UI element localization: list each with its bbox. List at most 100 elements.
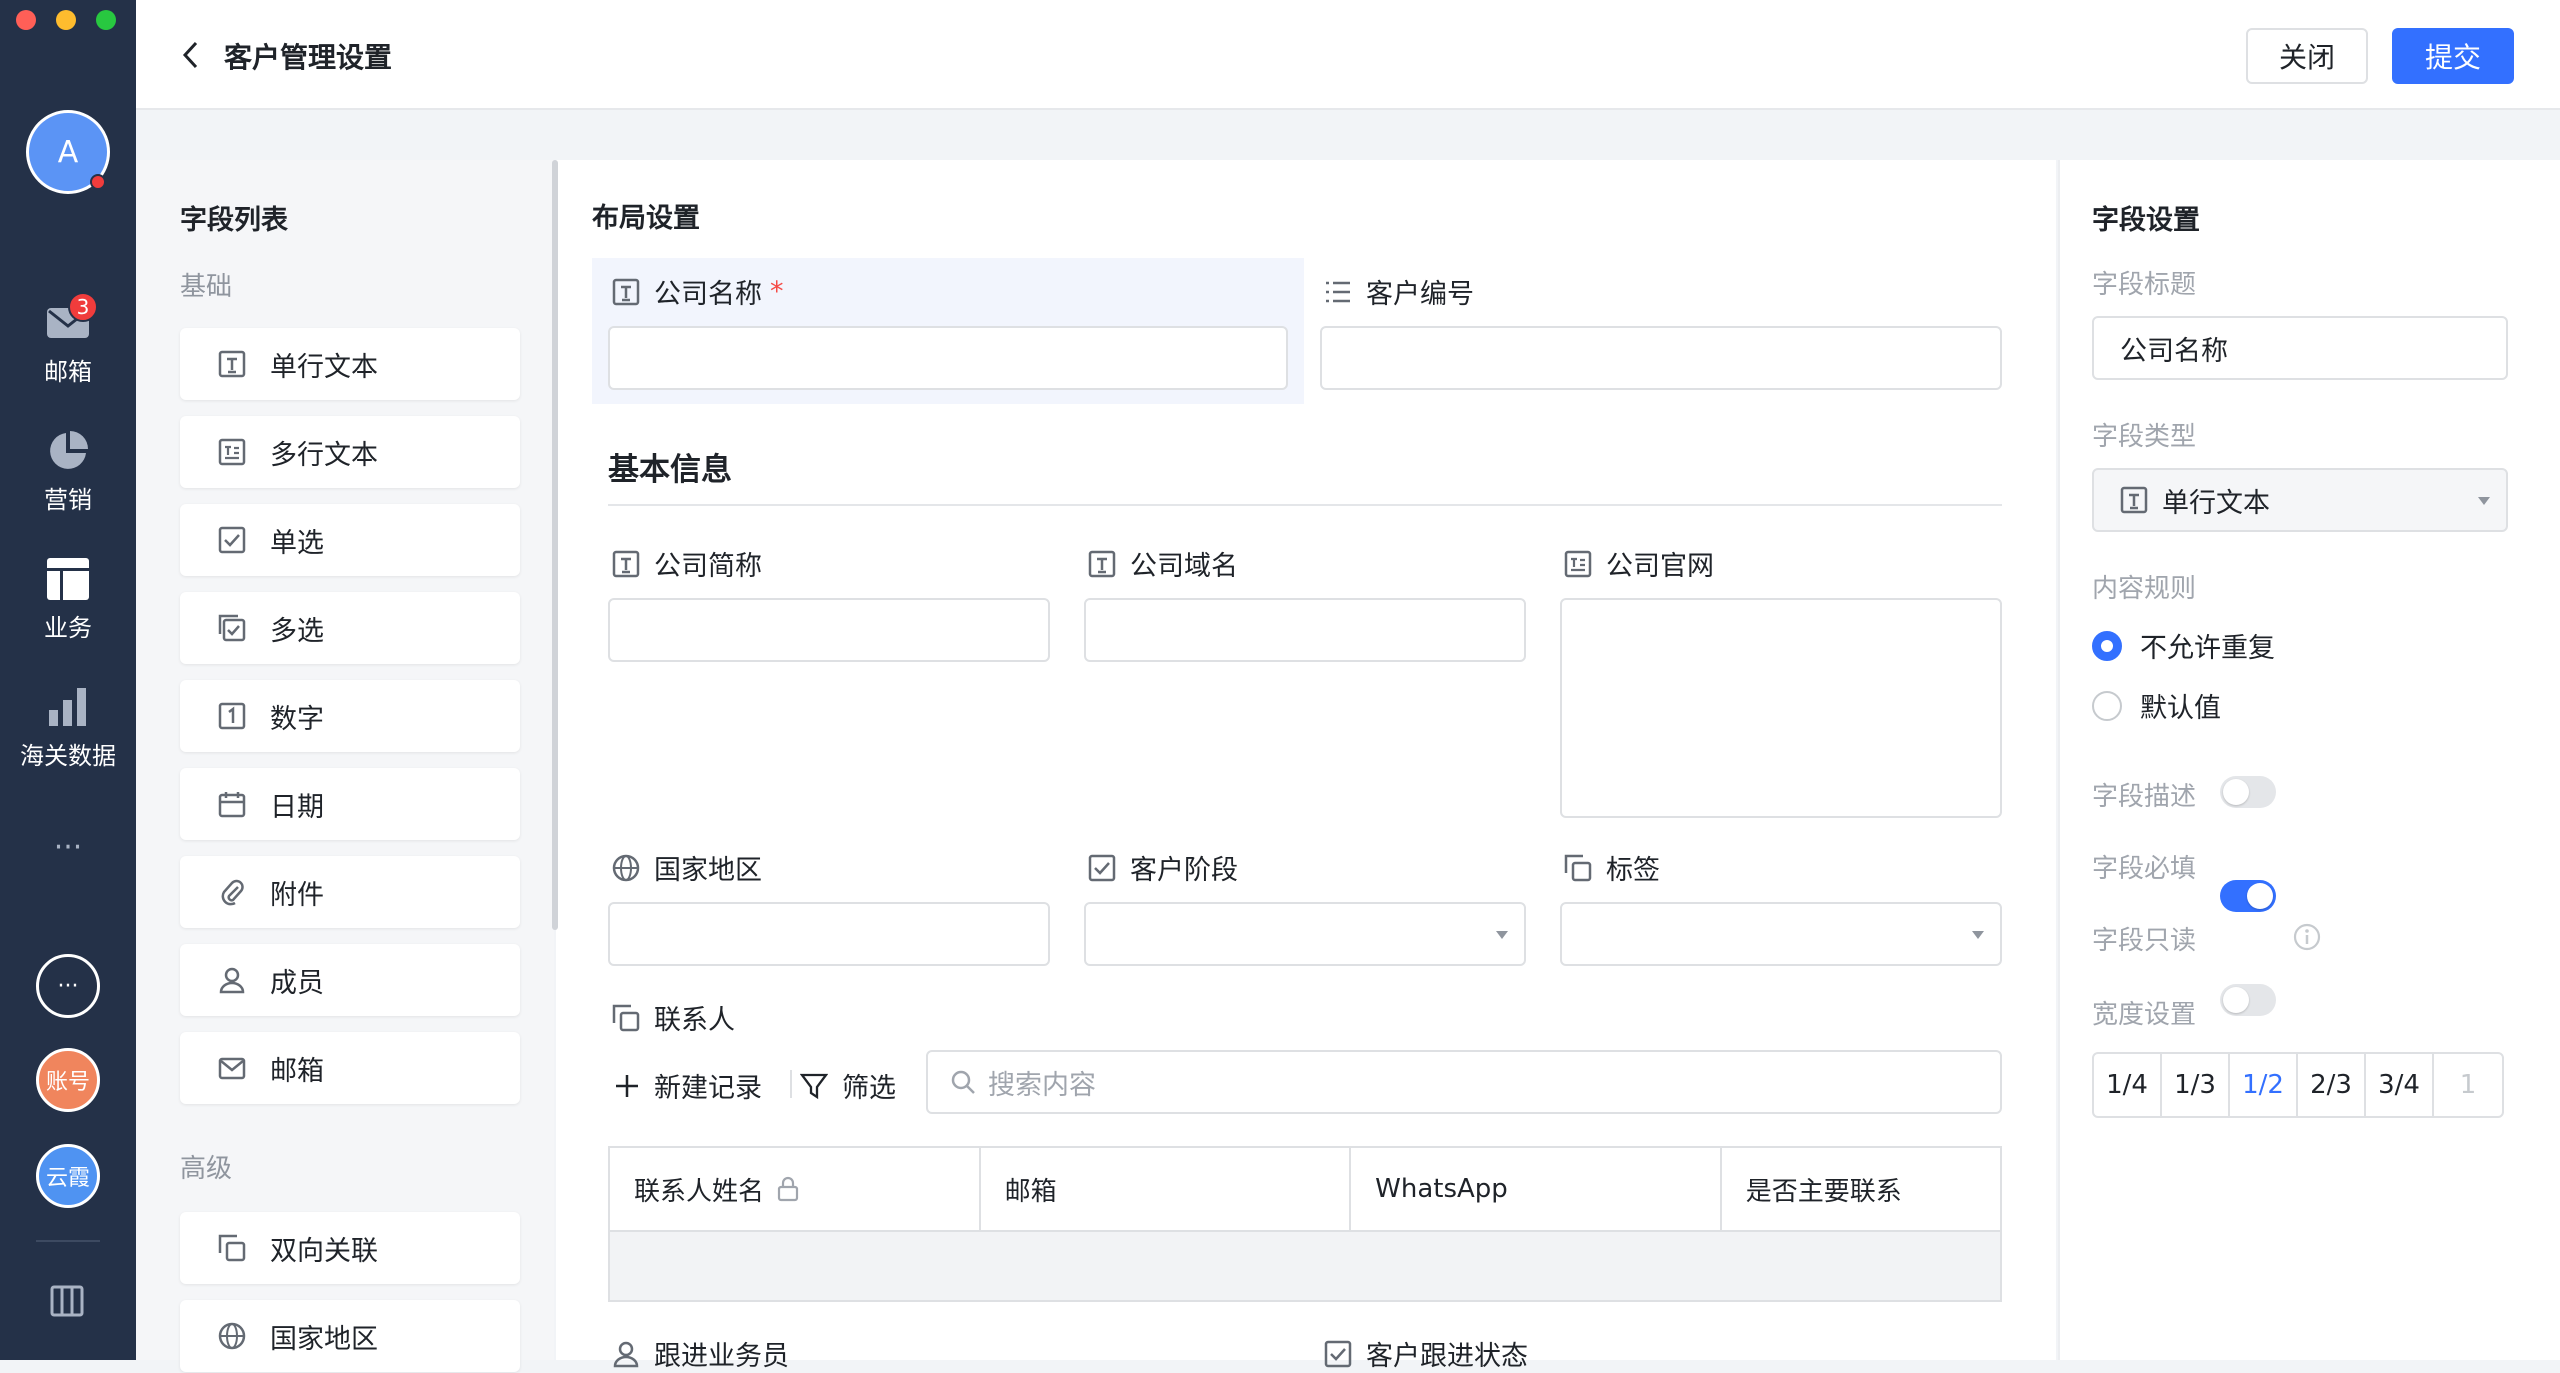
column-header-primary-contact[interactable]: 是否主要联系 bbox=[1722, 1148, 2000, 1230]
account-avatar[interactable]: 账号 bbox=[36, 1048, 100, 1112]
field-item-country[interactable]: 国家地区 bbox=[180, 1300, 520, 1372]
radio-selected[interactable] bbox=[2092, 630, 2122, 661]
label-text: 客户阶段 bbox=[1130, 855, 1238, 886]
customer-no-input[interactable] bbox=[1320, 326, 2002, 390]
chevron-down-icon bbox=[1972, 931, 1984, 939]
field-item-single-select[interactable]: 单选 bbox=[180, 504, 520, 576]
width-option-1-3[interactable]: 1/3 bbox=[2162, 1054, 2230, 1116]
radio-unselected[interactable] bbox=[2092, 690, 2122, 721]
field-item-multi-select[interactable]: 多选 bbox=[180, 592, 520, 664]
field-item-two-way-link[interactable]: 双向关联 bbox=[180, 1212, 520, 1284]
bar-chart-icon bbox=[49, 688, 86, 726]
nav-item-marketing[interactable]: 营销 bbox=[0, 428, 136, 515]
follow-person-label: 跟进业务员 bbox=[612, 1334, 789, 1373]
button-label: 新建记录 bbox=[654, 1073, 762, 1104]
company-name-label: 公司名称 * bbox=[612, 272, 784, 311]
field-type-select[interactable]: 单行文本 bbox=[2092, 468, 2508, 532]
window-minimize-button[interactable] bbox=[56, 10, 76, 30]
label-text: 跟进业务员 bbox=[654, 1341, 789, 1372]
width-option-1-4[interactable]: 1/4 bbox=[2094, 1054, 2162, 1116]
stage-select[interactable] bbox=[1084, 902, 1526, 966]
filter-button[interactable]: 筛选 bbox=[800, 1066, 896, 1105]
field-item-multi-line[interactable]: 多行文本 bbox=[180, 416, 520, 488]
column-header-email[interactable]: 邮箱 bbox=[981, 1148, 1352, 1230]
field-item-label: 日期 bbox=[270, 791, 324, 823]
desc-toggle[interactable] bbox=[2220, 776, 2276, 808]
table-row bbox=[610, 1232, 2000, 1300]
toolbar-divider bbox=[790, 1070, 792, 1098]
number-icon bbox=[218, 702, 246, 730]
checkbox-icon bbox=[1324, 1340, 1352, 1367]
rule-label: 内容规则 bbox=[2092, 574, 2197, 604]
nav-item-mail[interactable]: 邮箱 bbox=[0, 300, 136, 387]
field-item-number[interactable]: 数字 bbox=[180, 680, 520, 752]
field-item-attachment[interactable]: 附件 bbox=[180, 856, 520, 928]
tags-select[interactable] bbox=[1560, 902, 2002, 966]
field-item-label: 单行文本 bbox=[270, 351, 378, 383]
readonly-toggle[interactable] bbox=[2220, 984, 2276, 1016]
columns-icon[interactable] bbox=[50, 1284, 84, 1318]
width-option-2-3[interactable]: 2/3 bbox=[2298, 1054, 2366, 1116]
required-toggle-label: 字段必填 bbox=[2092, 854, 2197, 884]
new-record-button[interactable]: 新建记录 bbox=[614, 1066, 762, 1105]
search-icon bbox=[951, 1070, 975, 1094]
label-text: 标签 bbox=[1606, 855, 1660, 886]
globe-icon bbox=[612, 854, 640, 881]
field-item-date[interactable]: 日期 bbox=[180, 768, 520, 840]
link-icon bbox=[1564, 854, 1592, 881]
layout-icon bbox=[47, 558, 89, 600]
domain-input[interactable] bbox=[1084, 598, 1526, 662]
window-close-button[interactable] bbox=[16, 10, 36, 30]
contacts-table: 联系人姓名 邮箱 WhatsApp 是否主要联系 bbox=[608, 1146, 2002, 1302]
submit-button[interactable]: 提交 bbox=[2392, 28, 2514, 84]
unread-badge: 3 bbox=[68, 292, 98, 322]
column-header-whatsapp[interactable]: WhatsApp bbox=[1351, 1148, 1722, 1230]
status-dot bbox=[90, 174, 106, 190]
nav-label: 业务 bbox=[44, 614, 92, 642]
search-placeholder: 搜索内容 bbox=[988, 1069, 1096, 1101]
width-option-1[interactable]: 1 bbox=[2434, 1054, 2502, 1116]
column-header-contact-name[interactable]: 联系人姓名 bbox=[610, 1148, 981, 1230]
country-input[interactable] bbox=[608, 902, 1050, 966]
label-text: 国家地区 bbox=[654, 855, 762, 886]
back-arrow-icon[interactable] bbox=[180, 40, 202, 70]
advanced-group-label: 高级 bbox=[180, 1154, 233, 1184]
info-icon[interactable] bbox=[2292, 922, 2322, 952]
nav-item-business[interactable]: 业务 bbox=[0, 556, 136, 643]
nav-label: 邮箱 bbox=[44, 358, 92, 386]
required-toggle[interactable] bbox=[2220, 880, 2276, 912]
single-line-text-icon bbox=[1088, 550, 1116, 577]
field-item-label: 多行文本 bbox=[270, 439, 378, 471]
top-bar: 客户管理设置 关闭 提交 bbox=[136, 0, 2560, 110]
checkbox-icon bbox=[1088, 854, 1116, 881]
website-textarea[interactable] bbox=[1560, 598, 2002, 818]
close-button[interactable]: 关闭 bbox=[2246, 28, 2368, 84]
tags-label: 标签 bbox=[1564, 848, 1660, 887]
company-name-input[interactable] bbox=[608, 326, 1288, 390]
rule-option-no-duplicate[interactable]: 不允许重复 bbox=[2092, 626, 2275, 665]
width-option-3-4[interactable]: 3/4 bbox=[2366, 1054, 2434, 1116]
more-circle-button[interactable]: ··· bbox=[36, 954, 100, 1018]
width-option-1-2[interactable]: 1/2 bbox=[2230, 1054, 2298, 1116]
label-text: 公司简称 bbox=[654, 551, 762, 582]
label-text: 公司域名 bbox=[1130, 551, 1238, 582]
field-item-single-line[interactable]: 单行文本 bbox=[180, 328, 520, 400]
search-input[interactable]: 搜索内容 bbox=[926, 1050, 2002, 1114]
rule-option-default-value[interactable]: 默认值 bbox=[2092, 686, 2221, 725]
field-item-label: 附件 bbox=[270, 879, 324, 911]
single-line-text-icon bbox=[2120, 486, 2148, 514]
cloud-avatar[interactable]: 云霞 bbox=[36, 1144, 100, 1208]
field-item-email[interactable]: 邮箱 bbox=[180, 1032, 520, 1104]
panel-resize-handle[interactable] bbox=[552, 160, 558, 930]
nav-item-customs-data[interactable]: 海关数据 bbox=[0, 684, 136, 771]
field-title-input[interactable]: 公司名称 bbox=[2092, 316, 2508, 380]
checkbox-icon bbox=[218, 526, 246, 554]
country-label: 国家地区 bbox=[612, 848, 762, 887]
multi-line-text-icon bbox=[1564, 550, 1592, 577]
contacts-label: 联系人 bbox=[612, 998, 735, 1037]
plus-icon bbox=[616, 1074, 638, 1097]
field-item-member[interactable]: 成员 bbox=[180, 944, 520, 1016]
more-nav-button[interactable]: ··· bbox=[0, 830, 136, 865]
short-name-input[interactable] bbox=[608, 598, 1050, 662]
window-maximize-button[interactable] bbox=[96, 10, 116, 30]
